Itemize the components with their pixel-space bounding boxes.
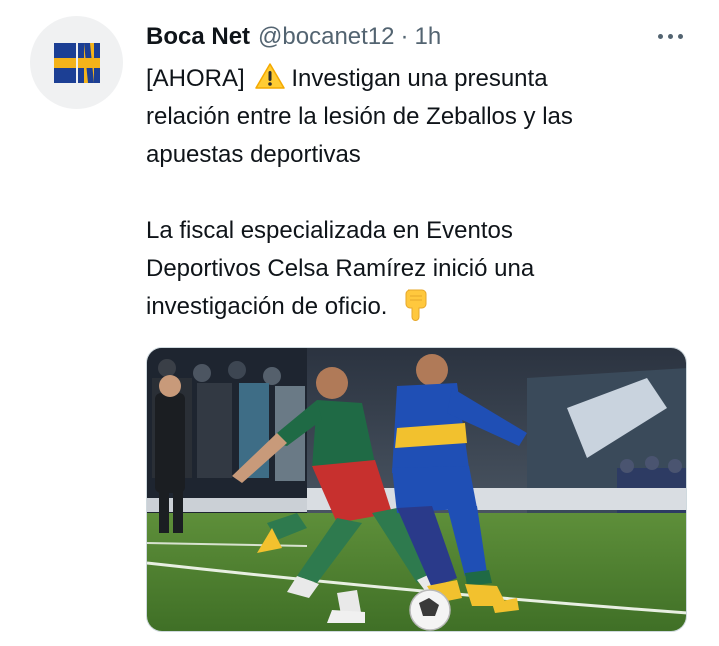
tweet-text-line-6: investigación de oficio. bbox=[146, 288, 686, 326]
tweet-header: Boca Net @bocanet12 · 1h bbox=[146, 20, 441, 54]
tweet-timestamp[interactable]: 1h bbox=[415, 23, 442, 51]
tweet-text-segment: Investigan una presunta bbox=[291, 65, 548, 92]
boca-net-logo-icon bbox=[53, 42, 100, 83]
tweet-text-line-3: apuestas deportivas bbox=[146, 141, 361, 168]
warning-emoji-icon bbox=[255, 63, 286, 89]
header-separator: · bbox=[400, 23, 409, 50]
pointing-down-emoji-icon bbox=[405, 289, 427, 321]
tweet-text-segment: investigación de oficio. bbox=[146, 293, 388, 320]
tweet-text: [AHORA] Investigan una presunta relación… bbox=[146, 60, 686, 326]
tweet-text-segment: [AHORA] bbox=[146, 65, 245, 92]
tweet-text-line-2: relación entre la lesión de Zeballos y l… bbox=[146, 103, 573, 130]
more-dot bbox=[677, 33, 683, 39]
tweet-text-line-5: Deportivos Celsa Ramírez inició una bbox=[146, 255, 535, 282]
avatar[interactable] bbox=[30, 16, 123, 109]
football-match-photo bbox=[147, 348, 686, 631]
more-horizontal-icon bbox=[657, 33, 663, 39]
author-handle[interactable]: @bocanet12 bbox=[258, 23, 394, 51]
tweet-text-line-1: [AHORA] Investigan una presunta bbox=[146, 60, 686, 98]
tweet-text-line-4: La fiscal especializada en Eventos bbox=[146, 217, 513, 244]
more-options-button[interactable] bbox=[650, 22, 690, 50]
author-display-name[interactable]: Boca Net bbox=[146, 23, 250, 51]
tweet-media-photo[interactable] bbox=[146, 347, 687, 632]
more-dot bbox=[667, 33, 673, 39]
tweet-card[interactable]: Boca Net @bocanet12 · 1h [AHORA] Investi… bbox=[0, 0, 719, 646]
